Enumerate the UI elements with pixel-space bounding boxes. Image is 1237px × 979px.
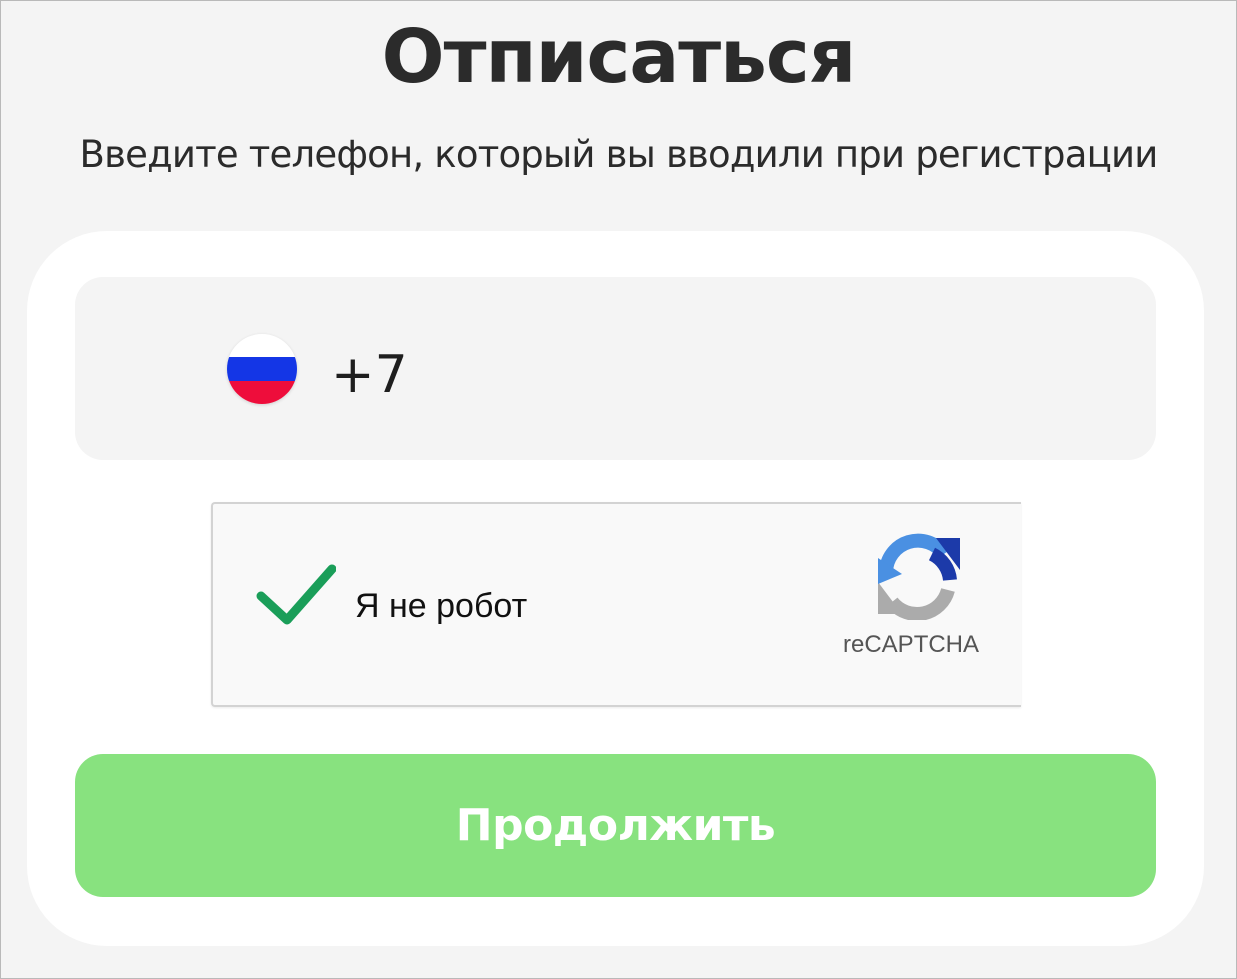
phone-input[interactable] [331,340,1131,410]
continue-button[interactable]: Продолжить [75,754,1156,897]
page-subtitle: Введите телефон, который вы вводили при … [79,133,1159,176]
recaptcha-logo-icon [878,533,960,620]
russia-flag-icon[interactable] [227,334,297,404]
recaptcha-brand-label: reCAPTCHA [843,631,980,658]
captcha-label: Я не робот [355,587,528,625]
checkmark-icon[interactable] [256,562,336,628]
page-title: Отписаться [381,14,857,100]
